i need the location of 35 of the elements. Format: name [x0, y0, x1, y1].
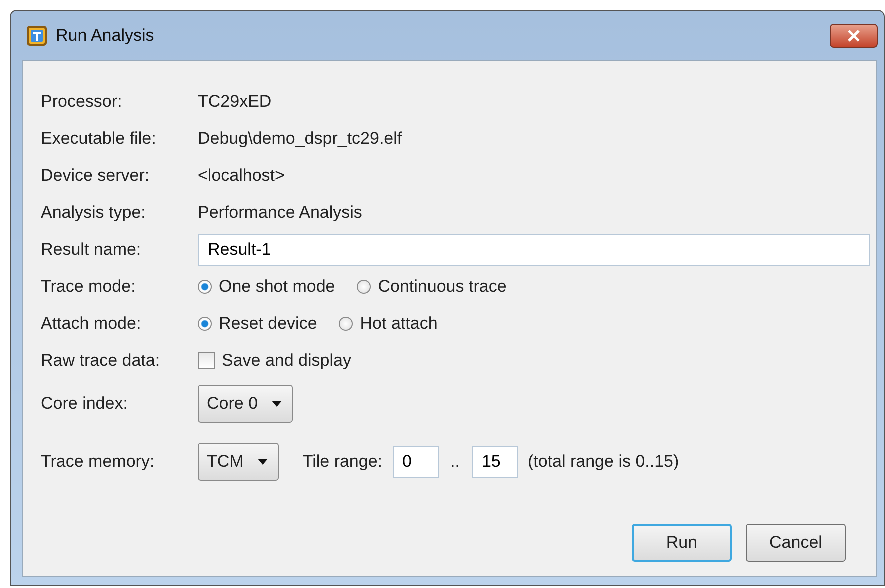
- field-label: Device server:: [41, 164, 151, 186]
- result-name-field[interactable]: Result-1: [198, 234, 870, 266]
- field-label: Executable file:: [41, 128, 158, 150]
- field-value: <localhost>: [198, 166, 285, 186]
- field-label: Core index:: [41, 393, 129, 415]
- tile-range-label: Tile range:: [302, 452, 383, 472]
- range-end-field[interactable]: 15: [472, 446, 518, 478]
- field-label: Trace mode:: [41, 276, 137, 298]
- field-label: Result name:: [41, 238, 142, 260]
- radio-option[interactable]: Hot attach: [339, 314, 438, 334]
- field-label: Attach mode:: [41, 312, 142, 334]
- field-label: Processor:: [41, 90, 124, 112]
- cancel-button[interactable]: Cancel: [746, 524, 846, 562]
- field-value: Performance Analysis: [198, 202, 362, 222]
- caret-icon: [258, 459, 268, 465]
- field-label: Analysis type:: [41, 202, 147, 224]
- radio-option[interactable]: Reset device: [198, 314, 318, 334]
- core-dropdown[interactable]: Core 0: [198, 385, 294, 423]
- field-label: Raw trace data:: [41, 350, 162, 372]
- run-button[interactable]: Run: [632, 524, 732, 562]
- checkbox-option[interactable]: Save and display: [198, 350, 352, 370]
- range-start-field[interactable]: 0: [392, 446, 439, 478]
- radio-option[interactable]: One shot mode: [198, 276, 336, 296]
- close-icon: [847, 30, 861, 42]
- window-title: Run Analysis: [56, 26, 156, 46]
- field-value: Debug\demo_dspr_tc29.elf: [198, 128, 402, 148]
- app-icon: [26, 24, 48, 46]
- range-note: (total range is 0..15): [528, 452, 680, 472]
- field-value: TC29xED: [198, 92, 272, 112]
- field-label: Trace memory:: [41, 451, 156, 473]
- close-button[interactable]: [830, 24, 878, 48]
- caret-icon: [272, 401, 282, 407]
- range-separator: ..: [450, 452, 460, 472]
- radio-option[interactable]: Continuous trace: [357, 276, 507, 296]
- memory-dropdown[interactable]: TCM: [198, 443, 279, 481]
